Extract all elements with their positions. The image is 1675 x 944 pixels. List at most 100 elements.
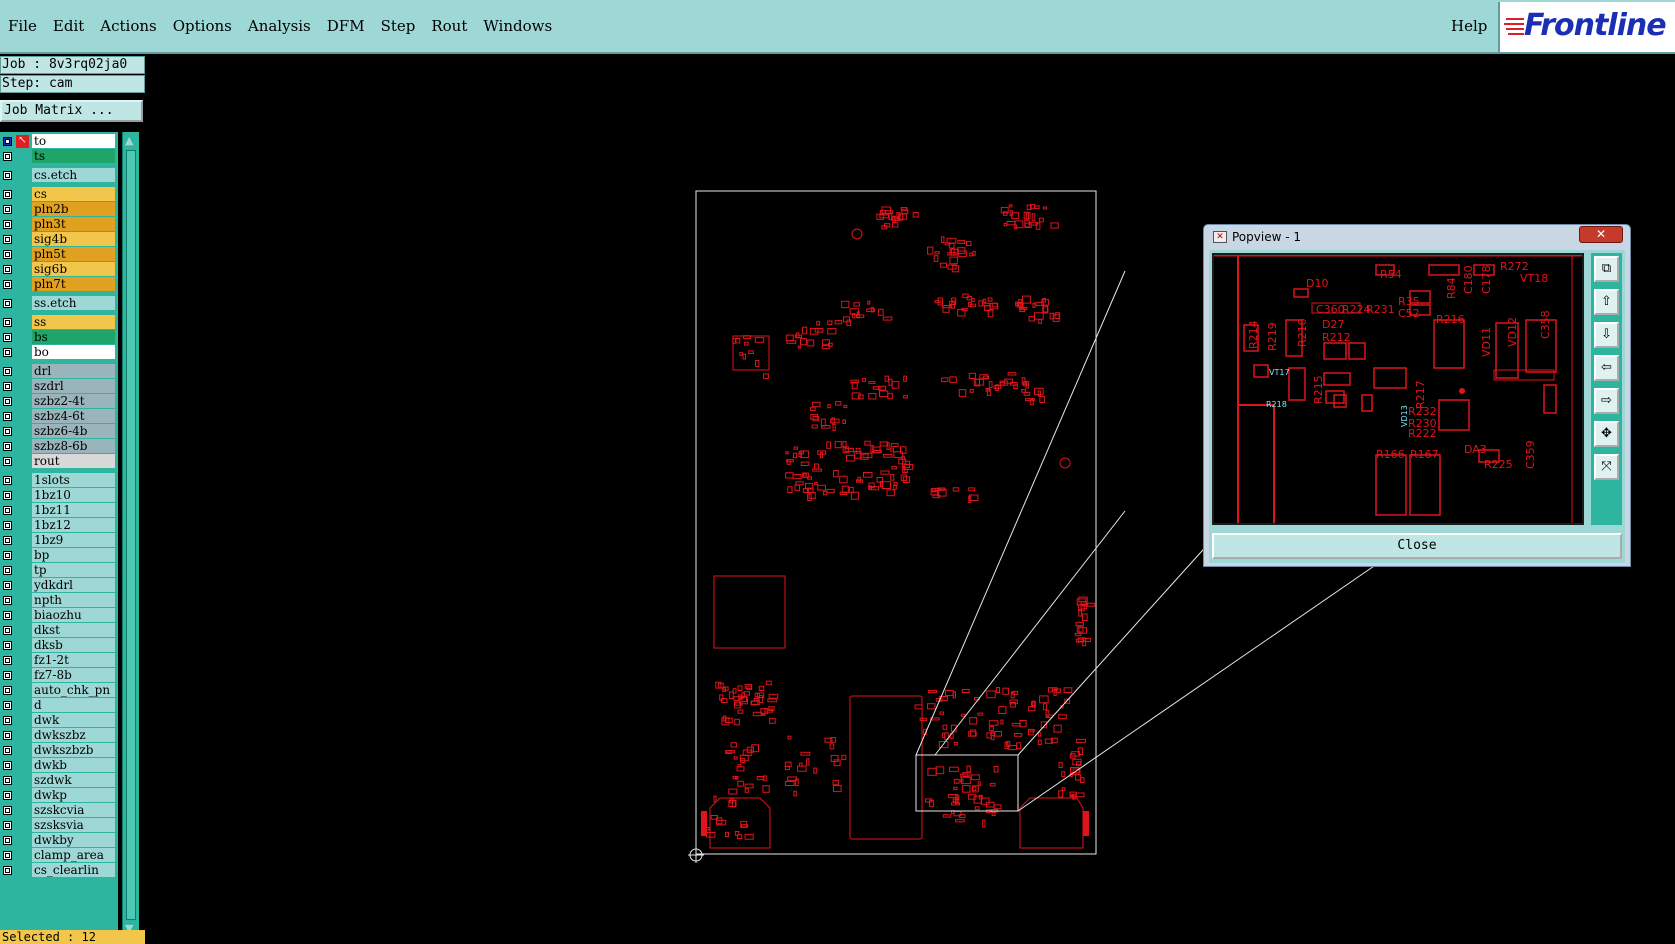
layer-checkbox[interactable] (3, 250, 12, 259)
layer-checkbox[interactable] (3, 641, 12, 650)
layer-checkbox[interactable] (3, 190, 12, 199)
layer-checkbox[interactable] (3, 235, 12, 244)
layer-row[interactable]: dksb (0, 638, 118, 653)
layer-checkbox[interactable] (3, 382, 12, 391)
layer-checkbox[interactable] (3, 836, 12, 845)
menu-help[interactable]: Help (1451, 17, 1487, 35)
popview-canvas[interactable]: D10 R54 R84 C180 C178 R272 VT18 R214 R219 R210 C36… (1212, 253, 1584, 525)
menu-analysis[interactable]: Analysis (242, 17, 317, 35)
layer-checkbox[interactable] (3, 581, 12, 590)
layer-row[interactable]: dwkszbzb (0, 743, 118, 758)
layer-row[interactable]: auto_chk_pn (0, 683, 118, 698)
layer-checkbox[interactable] (3, 457, 12, 466)
layer-row[interactable]: d (0, 698, 118, 713)
layer-row[interactable]: szskcvia (0, 803, 118, 818)
layer-checkbox[interactable] (3, 671, 12, 680)
layer-row[interactable]: pln3t (0, 217, 118, 232)
menu-dfm[interactable]: DFM (321, 17, 371, 35)
layer-row[interactable]: ss (0, 315, 118, 330)
layer-checkbox[interactable] (3, 551, 12, 560)
layer-checkbox[interactable] (3, 367, 12, 376)
layer-row[interactable]: sig6b (0, 262, 118, 277)
layer-row[interactable]: dwkszbz (0, 728, 118, 743)
layer-checkbox[interactable] (3, 731, 12, 740)
layer-row[interactable]: szdrl (0, 379, 118, 394)
layer-row[interactable]: szbz4-6t (0, 409, 118, 424)
layer-row[interactable]: 1slots (0, 473, 118, 488)
pan-up-icon[interactable]: ⇧ (1594, 289, 1619, 315)
layer-row[interactable]: ss.etch (0, 296, 118, 311)
layer-row[interactable]: pln7t (0, 277, 118, 292)
layer-row[interactable]: clamp_area (0, 848, 118, 863)
layer-checkbox[interactable] (3, 851, 12, 860)
layer-checkbox[interactable] (3, 761, 12, 770)
layer-checkbox[interactable] (3, 280, 12, 289)
layer-row[interactable]: 1bz9 (0, 533, 118, 548)
layer-checkbox[interactable] (3, 596, 12, 605)
menu-step[interactable]: Step (375, 17, 422, 35)
layer-row[interactable]: fz1-2t (0, 653, 118, 668)
layer-row[interactable]: drl (0, 364, 118, 379)
layer-checkbox[interactable] (3, 566, 12, 575)
layer-checkbox[interactable] (3, 318, 12, 327)
layer-row[interactable]: rout (0, 454, 118, 469)
layer-row[interactable]: biaozhu (0, 608, 118, 623)
layer-checkbox[interactable] (3, 536, 12, 545)
layer-checkbox[interactable] (3, 776, 12, 785)
layer-list[interactable]: ↖ to ts cs.etch cs pln2b pln3t sig4b pln5t sig6b p… (0, 132, 118, 937)
layer-checkbox[interactable] (3, 506, 12, 515)
layer-checkbox[interactable] (3, 806, 12, 815)
layer-row[interactable]: dwk (0, 713, 118, 728)
layer-row[interactable]: szdwk (0, 773, 118, 788)
layer-row[interactable]: ts (0, 149, 118, 164)
layer-row[interactable]: tp (0, 563, 118, 578)
scroll-up-icon[interactable]: ▲ (125, 134, 133, 147)
menu-windows[interactable]: Windows (477, 17, 558, 35)
layer-checkbox[interactable] (3, 171, 12, 180)
layer-row[interactable]: szbz8-6b (0, 439, 118, 454)
layer-checkbox[interactable] (3, 137, 12, 146)
layer-checkbox[interactable] (3, 491, 12, 500)
layer-row[interactable]: bo (0, 345, 118, 360)
menu-options[interactable]: Options (167, 17, 238, 35)
menu-rout[interactable]: Rout (425, 17, 473, 35)
layer-row[interactable]: cs.etch (0, 168, 118, 183)
layer-checkbox[interactable] (3, 746, 12, 755)
layer-checkbox[interactable] (3, 626, 12, 635)
layer-row[interactable]: cs (0, 187, 118, 202)
layer-checkbox[interactable] (3, 821, 12, 830)
layer-row[interactable]: npth (0, 593, 118, 608)
job-matrix-button[interactable]: Job Matrix ... (0, 100, 143, 122)
layer-row[interactable]: szsksvia (0, 818, 118, 833)
menu-edit[interactable]: Edit (47, 17, 90, 35)
layer-row[interactable]: ydkdrl (0, 578, 118, 593)
layer-checkbox[interactable] (3, 521, 12, 530)
pan-down-icon[interactable]: ⇩ (1594, 322, 1619, 348)
window-close-button[interactable]: ✕ (1579, 226, 1623, 243)
layer-checkbox[interactable] (3, 397, 12, 406)
layer-row[interactable]: bp (0, 548, 118, 563)
layer-row[interactable]: szbz2-4t (0, 394, 118, 409)
layer-list-scrollbar[interactable]: ▲ ▼ (122, 132, 139, 937)
layer-row[interactable]: 1bz10 (0, 488, 118, 503)
layer-checkbox[interactable] (3, 611, 12, 620)
layer-checkbox[interactable] (3, 348, 12, 357)
layer-checkbox[interactable] (3, 205, 12, 214)
layer-checkbox[interactable] (3, 686, 12, 695)
layer-checkbox[interactable] (3, 701, 12, 710)
layer-row[interactable]: pln5t (0, 247, 118, 262)
menu-actions[interactable]: Actions (94, 17, 162, 35)
layer-row[interactable]: 1bz11 (0, 503, 118, 518)
layer-checkbox[interactable] (3, 220, 12, 229)
layer-checkbox[interactable] (3, 152, 12, 161)
layer-checkbox[interactable] (3, 299, 12, 308)
layer-row[interactable]: pln2b (0, 202, 118, 217)
layer-row[interactable]: dkst (0, 623, 118, 638)
pan-right-icon[interactable]: ⇨ (1594, 388, 1619, 414)
layer-checkbox[interactable] (3, 333, 12, 342)
layer-checkbox[interactable] (3, 656, 12, 665)
layer-row[interactable]: ↖ to (0, 134, 118, 149)
pan-left-icon[interactable]: ⇦ (1594, 355, 1619, 381)
layer-checkbox[interactable] (3, 265, 12, 274)
zoom-fit-icon[interactable]: ⧉ (1594, 256, 1619, 282)
